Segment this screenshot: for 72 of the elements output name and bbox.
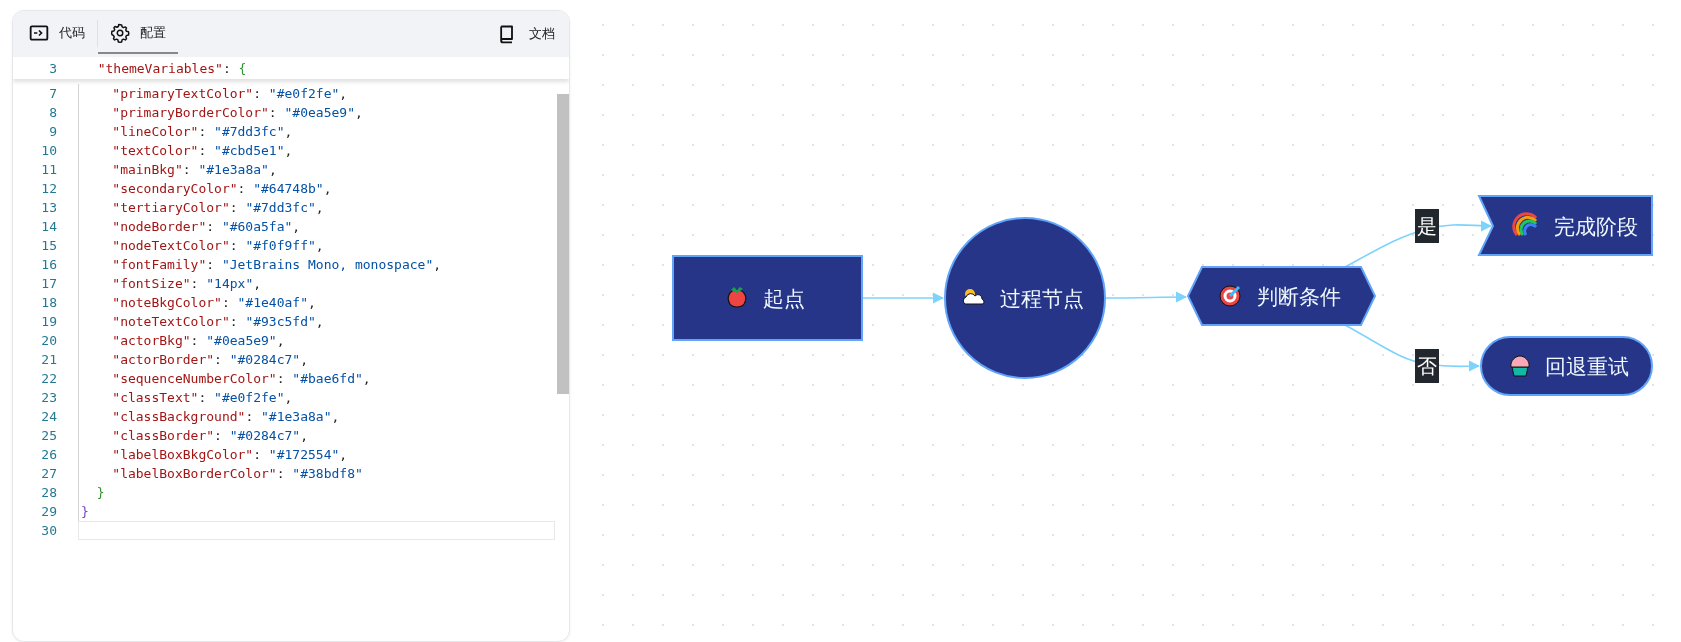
line-number: 22	[40, 371, 57, 386]
flag-node[interactable]	[1477, 195, 1653, 256]
line-number: 10	[40, 143, 57, 158]
line-number: 13	[40, 200, 57, 215]
code-line: "textColor": "#cbd5e1",	[78, 141, 293, 160]
line-number: 17	[40, 276, 57, 291]
line-number: 9	[48, 124, 57, 139]
code-line: "nodeBorder": "#60a5fa",	[78, 217, 301, 236]
line-number: 28	[40, 485, 57, 500]
code-line: "labelBoxBkgColor": "#172554",	[78, 445, 348, 464]
code-line: "classBackground": "#1e3a8a",	[78, 407, 340, 426]
code-line: }	[78, 483, 105, 502]
target-icon	[1219, 285, 1241, 307]
line-number: 18	[40, 295, 57, 310]
code-line: "actorBkg": "#0ea5e9",	[78, 331, 285, 350]
code-line: "nodeTextColor": "#f0f9ff",	[78, 236, 324, 255]
tab[interactable]: 配置	[98, 14, 178, 54]
code-line: "noteBkgColor": "#1e40af",	[78, 293, 316, 312]
line-number: 7	[48, 86, 57, 101]
node-label: 回退重试	[1545, 355, 1629, 379]
code-line: "actorBorder": "#0284c7",	[78, 350, 308, 369]
line-number: 23	[40, 390, 57, 405]
node-label: 起点	[763, 287, 805, 311]
line-number: 15	[40, 238, 57, 253]
line-number: 20	[40, 333, 57, 348]
node-label: 完成阶段	[1554, 215, 1638, 239]
hexagon-node[interactable]	[1186, 266, 1377, 326]
node-label: 判断条件	[1257, 285, 1341, 309]
line-number: 19	[40, 314, 57, 329]
code-line: "secondaryColor": "#64748b",	[78, 179, 332, 198]
line-number: 12	[40, 181, 57, 196]
code-line: "noteTextColor": "#93c5fd",	[78, 312, 324, 331]
strawberry-icon	[727, 287, 747, 308]
line-number: 21	[40, 352, 57, 367]
code-line: "primaryTextColor": "#e0f2fe",	[78, 84, 348, 103]
code-line: "lineColor": "#7dd3fc",	[78, 122, 293, 141]
docs-link[interactable]: 文档	[497, 24, 555, 44]
circle-node[interactable]	[944, 217, 1106, 379]
code-line: "primaryBorderColor": "#0ea5e9",	[78, 103, 363, 122]
rectangle-node[interactable]	[672, 255, 863, 341]
line-number: 14	[40, 219, 57, 234]
code-line: "sequenceNumberColor": "#bae6fd",	[78, 369, 371, 388]
rainbow-icon	[1512, 212, 1537, 236]
code-line: "classBorder": "#0284c7",	[78, 426, 308, 445]
line-number: 8	[48, 105, 57, 120]
code-line: "classText": "#e0f2fe",	[78, 388, 293, 407]
code-line: "tertiaryColor": "#7dd3fc",	[78, 198, 324, 217]
tab[interactable]: 代码	[29, 20, 98, 48]
code-line: "themeVariables": {	[96, 59, 247, 78]
line-number: 27	[40, 466, 57, 481]
code-line: "fontFamily": "JetBrains Mono, monospace",	[78, 255, 442, 274]
scrollbar[interactable]	[557, 94, 569, 394]
terminal-icon	[29, 23, 49, 43]
edge-label: 否	[1415, 349, 1439, 383]
settings-icon	[110, 23, 130, 43]
code-line: }	[78, 502, 89, 521]
line-number: 25	[40, 428, 57, 443]
rounded-node[interactable]	[1480, 336, 1653, 396]
line-number: 26	[40, 447, 57, 462]
line-number: 30	[40, 523, 57, 538]
line-number: 16	[40, 257, 57, 272]
sun-cloud-icon	[962, 289, 985, 305]
cupcake-icon	[1510, 355, 1530, 377]
line-number: 24	[40, 409, 57, 424]
code-line: "mainBkg": "#1e3a8a",	[78, 160, 277, 179]
line-number: 29	[40, 504, 57, 519]
line-number: 11	[40, 162, 57, 177]
code-line: "labelBoxBorderColor": "#38bdf8"	[78, 464, 363, 483]
line-number: 3	[48, 60, 57, 76]
edge-label: 是	[1415, 209, 1439, 243]
node-label: 过程节点	[1000, 287, 1084, 311]
code-line: "fontSize": "14px",	[78, 274, 262, 293]
